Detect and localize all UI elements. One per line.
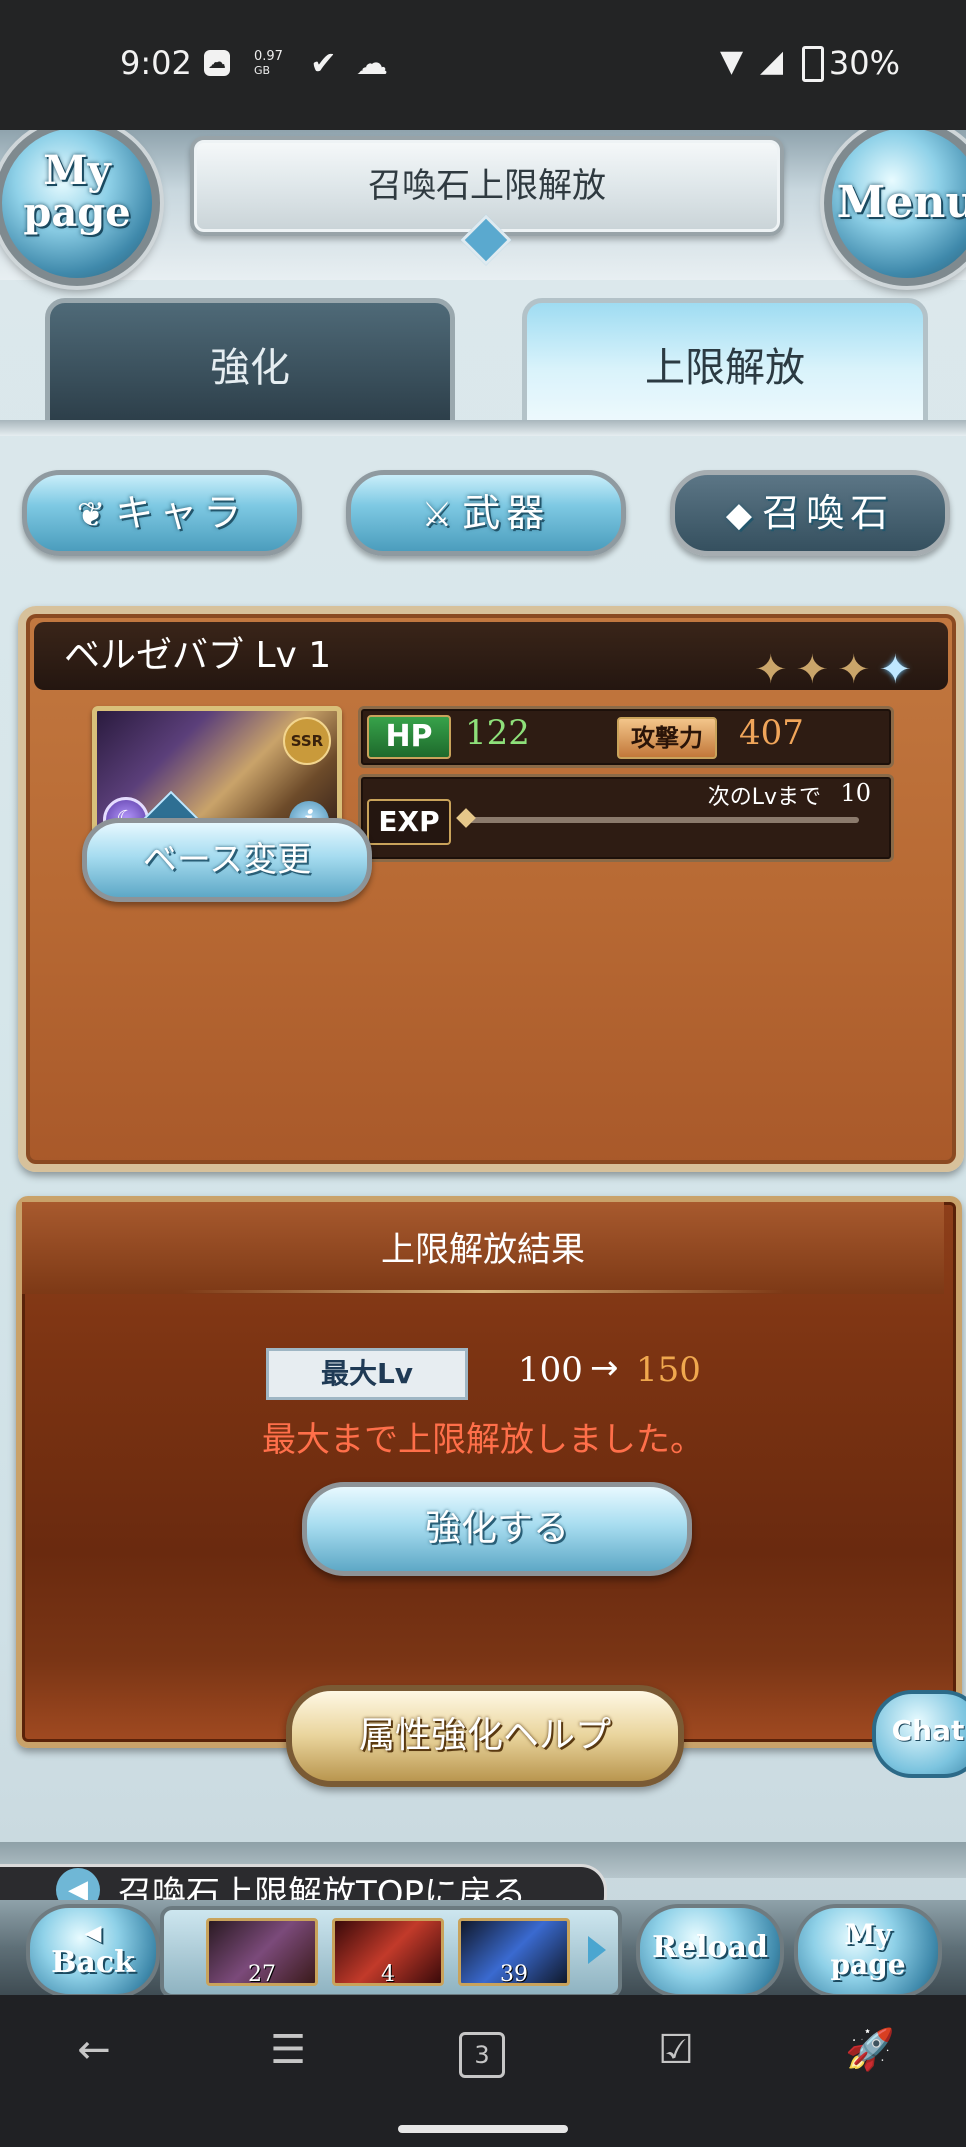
next-level-label: 次のLvまで <box>707 785 821 810</box>
change-base-button[interactable]: ベース変更 <box>82 818 372 902</box>
network-speed: 0.97 GB <box>254 50 283 78</box>
mypage-label-1: My <box>43 147 111 194</box>
crystal-icon: ◆ <box>725 495 753 535</box>
summon-name-level: ベルゼバブ Lv 1 <box>64 635 332 676</box>
attack-value: 407 <box>739 713 804 753</box>
rarity-badge: SSR <box>283 717 331 765</box>
exp-box: 次のLvまで 10 EXP <box>358 774 894 862</box>
signal-icon: ◢ <box>760 44 784 79</box>
uncap-result-panel: 上限解放結果 最大Lv 100 → 150 最大まで上限解放しました。 強化する <box>16 1196 962 1748</box>
star-icon-lit: ✦ <box>878 647 920 693</box>
clock: 9:02 <box>120 44 192 82</box>
network-speed-unit: GB <box>254 64 271 77</box>
result-message: 最大まで上限解放しました。 <box>262 1420 704 1460</box>
back-button[interactable]: ◀ Back <box>26 1904 160 1995</box>
category-character-label: キャラ <box>115 491 248 535</box>
cloud-sync-icon: ☁ <box>204 50 230 76</box>
reload-button[interactable]: Reload <box>636 1904 784 1995</box>
max-level-before: 100 <box>518 1350 583 1390</box>
quick-item[interactable]: 4 <box>332 1918 444 1987</box>
attack-label: 攻撃力 <box>617 717 717 759</box>
wifi-icon: ▼ <box>720 44 744 79</box>
back-label: Back <box>51 1945 135 1980</box>
enhance-button[interactable]: 強化する <box>302 1482 692 1576</box>
hp-value: 122 <box>465 713 530 753</box>
exp-progress-marker <box>456 808 476 828</box>
quick-items: 27 4 39 <box>160 1906 622 1995</box>
game-bottom-bar: ◀ Back 27 4 39 Reload My page <box>0 1900 966 1995</box>
star-icon: ✦ <box>795 647 837 693</box>
result-title: 上限解放結果 <box>381 1230 585 1270</box>
browser-nav-bar: ← ☰ 3 ☑ 🚀 <box>0 1995 966 2147</box>
next-level-value: 10 <box>840 779 871 807</box>
bottom-mypage-label-2: page <box>830 1948 906 1981</box>
checkbox-icon[interactable]: ☑ <box>636 2025 716 2075</box>
task-check-icon: ✔ <box>310 44 337 82</box>
category-weapon-label: 武器 <box>462 491 551 535</box>
chat-button[interactable]: Chat <box>872 1690 966 1778</box>
next-arrow-icon[interactable] <box>588 1936 606 1964</box>
gesture-handle <box>398 2125 568 2133</box>
back-arrow-icon[interactable]: ← <box>54 2025 134 2075</box>
element-help-button[interactable]: 属性強化ヘルプ <box>286 1685 684 1787</box>
hp-label: HP <box>367 715 451 759</box>
tabs-count: 3 <box>459 2032 505 2078</box>
tab-uncap[interactable]: 上限解放 <box>522 298 928 428</box>
quick-item-count: 27 <box>248 1962 276 1987</box>
summon-card-panel: ベルゼバブ Lv 1 ✦✦✦✦ SSR ☾ My i HP 122 攻撃力 40… <box>18 606 964 1172</box>
sword-icon: ⚔ <box>421 495 453 535</box>
summon-name-bar: ベルゼバブ Lv 1 ✦✦✦✦ <box>34 622 948 693</box>
bottom-mypage-button[interactable]: My page <box>794 1904 942 1995</box>
tab-underline <box>0 420 966 436</box>
cloud-icon: ☁ <box>356 44 388 82</box>
quick-item-count: 4 <box>381 1962 395 1987</box>
mypage-label-2: page <box>23 189 131 236</box>
tab-enhance[interactable]: 強化 <box>45 298 455 428</box>
exp-label: EXP <box>367 799 451 845</box>
star-icon: ✦ <box>836 647 879 693</box>
status-bar: 9:02 ☁ 0.97 GB ✔ ☁ ▼ ◢ 30% <box>0 0 966 130</box>
uncap-stars: ✦✦✦✦ <box>754 636 920 704</box>
category-summon-button[interactable]: ◆ 召喚石 <box>670 470 950 556</box>
quick-item-count: 39 <box>500 1962 528 1987</box>
bottom-mypage-label-1: My <box>844 1918 892 1951</box>
category-character-button[interactable]: ❦ キャラ <box>22 470 302 556</box>
star-icon: ✦ <box>753 647 796 693</box>
quick-item[interactable]: 39 <box>458 1918 570 1987</box>
quick-item[interactable]: 27 <box>206 1918 318 1987</box>
arrow-icon: → <box>590 1348 619 1388</box>
category-summon-label: 召喚石 <box>762 491 895 535</box>
menu-icon[interactable]: ☰ <box>248 2025 328 2075</box>
game-viewport: My page 召喚石上限解放 Menu 強化 上限解放 ❦ キャラ ⚔ 武器 ◆ 召… <box>0 130 966 1995</box>
battery-icon <box>802 46 824 82</box>
character-icon: ❦ <box>76 495 106 535</box>
category-weapon-button[interactable]: ⚔ 武器 <box>346 470 626 556</box>
network-speed-value: 0.97 <box>254 49 283 64</box>
max-level-after: 150 <box>636 1350 701 1390</box>
back-triangle-icon: ◀ <box>84 1920 102 1946</box>
stats-box: HP 122 攻撃力 407 <box>358 706 894 768</box>
exp-progress-bar <box>469 817 859 823</box>
rocket-icon[interactable]: 🚀 <box>830 2025 910 2075</box>
battery-percent: 30% <box>828 44 900 82</box>
tabs-button[interactable]: 3 <box>442 2025 522 2078</box>
result-divider <box>182 1290 784 1293</box>
max-level-label: 最大Lv <box>266 1348 468 1400</box>
